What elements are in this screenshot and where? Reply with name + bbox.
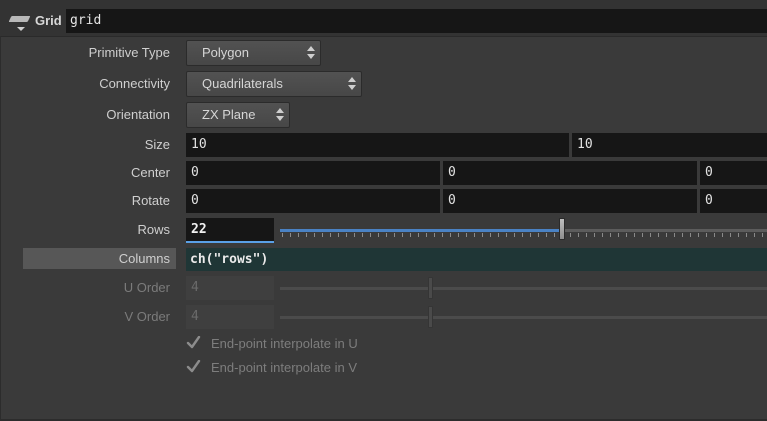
orientation-label: Orientation [106,107,170,122]
v-order-field[interactable]: 4 [186,305,274,329]
node-type-menu[interactable]: Grid [6,8,62,32]
param-u-order: U Order [0,275,170,301]
primitive-type-label: Primitive Type [88,45,170,60]
endpoint-v-toggle[interactable]: End-point interpolate in V [186,357,357,377]
v-order-label: V Order [124,309,170,324]
size-x-field[interactable]: 10 [186,133,569,157]
grid-plane-icon [6,8,32,32]
primitive-type-menu[interactable]: Polygon [186,40,321,66]
center-z-field[interactable]: 0 [700,161,767,185]
node-header: Grid grid [0,0,767,37]
connectivity-menu[interactable]: Quadrilaterals [186,71,362,97]
columns-label: Columns [118,251,170,266]
primitive-type-value: Polygon [202,45,249,60]
param-center: Center [0,160,170,186]
param-v-order: V Order [0,304,170,330]
param-primitive-type: Primitive Type [0,40,170,66]
endpoint-u-label: End-point interpolate in U [211,335,358,351]
size-label: Size [144,137,170,152]
orientation-menu[interactable]: ZX Plane [186,102,290,128]
param-rotate: Rotate [0,188,170,214]
param-connectivity: Connectivity [0,71,170,97]
up-down-arrows-icon [348,77,356,91]
connectivity-label: Connectivity [99,76,170,91]
rotate-y-field[interactable]: 0 [443,189,697,213]
param-size: Size [0,132,170,158]
rotate-label: Rotate [131,193,170,208]
checkmark-icon [186,360,202,374]
param-orientation: Orientation [0,102,170,128]
columns-expression-field[interactable]: ch("rows") [186,248,767,271]
up-down-arrows-icon [276,108,284,122]
param-rows: Rows [0,217,170,243]
rows-slider-ticks [282,233,767,237]
chevron-down-icon [17,27,25,31]
rotate-z-field[interactable]: 0 [700,189,767,213]
u-order-field[interactable]: 4 [186,276,274,300]
center-label: Center [130,165,170,180]
rows-label: Rows [137,222,170,237]
endpoint-u-toggle[interactable]: End-point interpolate in U [186,333,358,353]
rows-slider-handle[interactable] [559,218,566,240]
v-order-slider-track[interactable] [280,316,767,319]
rotate-x-field[interactable]: 0 [186,189,440,213]
parameter-panel: Grid grid Primitive Type Polygon Connect… [0,0,767,421]
u-order-label: U Order [123,280,170,295]
rows-field[interactable]: 22 [186,218,274,243]
u-order-slider-track[interactable] [280,287,767,290]
v-order-slider-handle[interactable] [427,306,433,328]
center-y-field[interactable]: 0 [443,161,697,185]
node-name-field[interactable]: grid [66,9,767,33]
endpoint-v-label: End-point interpolate in V [211,359,357,375]
up-down-arrows-icon [307,46,315,60]
node-type-label: Grid [35,13,62,28]
connectivity-value: Quadrilaterals [202,76,283,91]
param-columns: Columns [0,246,170,272]
rows-slider-fill [280,229,563,232]
size-y-field[interactable]: 10 [572,133,767,157]
u-order-slider-handle[interactable] [427,277,433,299]
checkmark-icon [186,336,202,350]
center-x-field[interactable]: 0 [186,161,440,185]
panel-left-edge [0,36,1,421]
orientation-value: ZX Plane [202,107,256,122]
